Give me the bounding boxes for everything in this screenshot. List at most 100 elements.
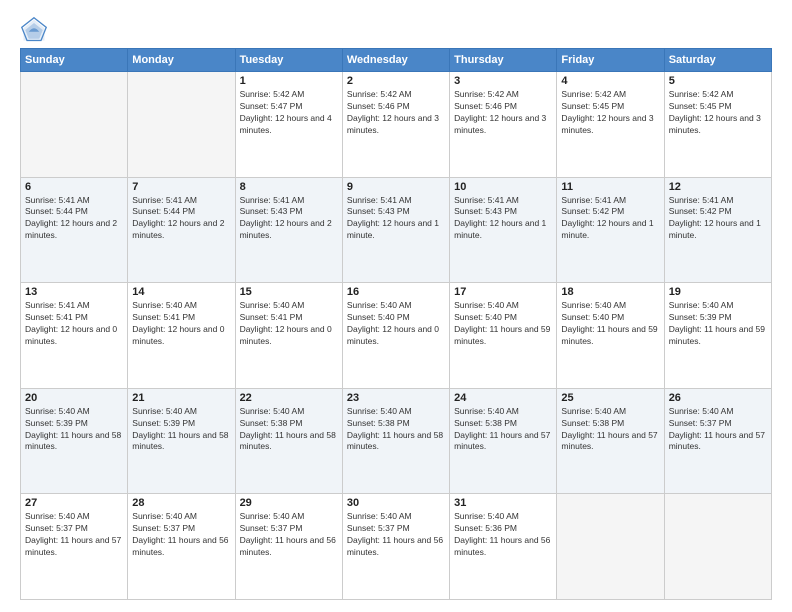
day-number: 26 [669,392,767,404]
day-number: 6 [25,181,123,193]
calendar-cell: 29Sunrise: 5:40 AMSunset: 5:37 PMDayligh… [235,494,342,600]
calendar-cell: 14 Sunrise: 5:40 AMSunset: 5:41 PMDayligh… [128,283,235,389]
day-number: 21 [132,392,230,404]
day-number: 25 [561,392,659,404]
calendar-cell: 9 Sunrise: 5:41 AMSunset: 5:43 PMDaylight… [342,177,449,283]
day-number: 7 [132,181,230,193]
calendar-header-friday: Friday [557,49,664,72]
calendar-cell: 2 Sunrise: 5:42 AMSunset: 5:46 PMDaylight… [342,72,449,178]
calendar-cell: 22Sunrise: 5:40 AMSunset: 5:38 PMDayligh… [235,388,342,494]
day-number: 20 [25,392,123,404]
day-info: Sunrise: 5:42 AMSunset: 5:46 PMDaylight:… [347,89,445,137]
calendar-cell [664,494,771,600]
calendar-week-row: 27Sunrise: 5:40 AMSunset: 5:37 PMDayligh… [21,494,772,600]
day-info: Sunrise: 5:41 AMSunset: 5:43 PMDaylight:… [240,195,338,243]
day-info: Sunrise: 5:40 AMSunset: 5:40 PMDaylight:… [347,300,445,348]
calendar-cell: 31 Sunrise: 5:40 AMSunset: 5:36 PMDayligh… [450,494,557,600]
calendar-cell: 1 Sunrise: 5:42 AMSunset: 5:47 PMDaylight… [235,72,342,178]
calendar-header-row: SundayMondayTuesdayWednesdayThursdayFrid… [21,49,772,72]
day-number: 2 [347,75,445,87]
calendar-cell: 21Sunrise: 5:40 AMSunset: 5:39 PMDayligh… [128,388,235,494]
calendar-cell: 6 Sunrise: 5:41 AMSunset: 5:44 PMDaylight… [21,177,128,283]
day-number: 31 [454,497,552,509]
calendar-header-wednesday: Wednesday [342,49,449,72]
calendar-cell [557,494,664,600]
day-info: Sunrise: 5:40 AMSunset: 5:38 PMDaylight:… [347,406,445,454]
calendar-week-row: 20 Sunrise: 5:40 AMSunset: 5:39 PMDayligh… [21,388,772,494]
day-info: Sunrise: 5:40 AMSunset: 5:41 PMDaylight:… [132,300,230,348]
day-number: 9 [347,181,445,193]
calendar-cell: 13 Sunrise: 5:41 AMSunset: 5:41 PMDayligh… [21,283,128,389]
calendar-header-monday: Monday [128,49,235,72]
day-number: 8 [240,181,338,193]
day-number: 17 [454,286,552,298]
day-number: 22 [240,392,338,404]
calendar-cell: 16 Sunrise: 5:40 AMSunset: 5:40 PMDayligh… [342,283,449,389]
calendar-cell: 26 Sunrise: 5:40 AMSunset: 5:37 PMDayligh… [664,388,771,494]
calendar-cell: 12Sunrise: 5:41 AMSunset: 5:42 PMDayligh… [664,177,771,283]
calendar-header-tuesday: Tuesday [235,49,342,72]
day-info: Sunrise: 5:40 AMSunset: 5:38 PMDaylight:… [561,406,659,454]
calendar-cell: 7 Sunrise: 5:41 AMSunset: 5:44 PMDaylight… [128,177,235,283]
calendar-cell: 8 Sunrise: 5:41 AMSunset: 5:43 PMDaylight… [235,177,342,283]
day-info: Sunrise: 5:40 AMSunset: 5:39 PMDaylight:… [669,300,767,348]
day-number: 28 [132,497,230,509]
calendar-week-row: 1 Sunrise: 5:42 AMSunset: 5:47 PMDaylight… [21,72,772,178]
day-info: Sunrise: 5:40 AMSunset: 5:37 PMDaylight:… [240,511,338,559]
calendar-cell: 18 Sunrise: 5:40 AMSunset: 5:40 PMDayligh… [557,283,664,389]
day-info: Sunrise: 5:41 AMSunset: 5:44 PMDaylight:… [25,195,123,243]
day-info: Sunrise: 5:42 AMSunset: 5:45 PMDaylight:… [669,89,767,137]
calendar-week-row: 6 Sunrise: 5:41 AMSunset: 5:44 PMDaylight… [21,177,772,283]
day-info: Sunrise: 5:42 AMSunset: 5:47 PMDaylight:… [240,89,338,137]
day-number: 11 [561,181,659,193]
day-number: 1 [240,75,338,87]
day-number: 19 [669,286,767,298]
calendar-cell: 15Sunrise: 5:40 AMSunset: 5:41 PMDayligh… [235,283,342,389]
calendar-cell [21,72,128,178]
day-number: 18 [561,286,659,298]
calendar-cell: 5 Sunrise: 5:42 AMSunset: 5:45 PMDaylight… [664,72,771,178]
day-info: Sunrise: 5:42 AMSunset: 5:46 PMDaylight:… [454,89,552,137]
logo [20,16,52,44]
calendar-cell: 23 Sunrise: 5:40 AMSunset: 5:38 PMDayligh… [342,388,449,494]
calendar-header-thursday: Thursday [450,49,557,72]
calendar-cell: 4Sunrise: 5:42 AMSunset: 5:45 PMDaylight… [557,72,664,178]
day-number: 24 [454,392,552,404]
calendar-cell: 17 Sunrise: 5:40 AMSunset: 5:40 PMDayligh… [450,283,557,389]
calendar-cell: 19 Sunrise: 5:40 AMSunset: 5:39 PMDayligh… [664,283,771,389]
day-info: Sunrise: 5:40 AMSunset: 5:40 PMDaylight:… [561,300,659,348]
day-info: Sunrise: 5:41 AMSunset: 5:43 PMDaylight:… [454,195,552,243]
day-info: Sunrise: 5:41 AMSunset: 5:41 PMDaylight:… [25,300,123,348]
day-number: 23 [347,392,445,404]
day-number: 10 [454,181,552,193]
day-info: Sunrise: 5:40 AMSunset: 5:37 PMDaylight:… [669,406,767,454]
calendar-header-saturday: Saturday [664,49,771,72]
day-info: Sunrise: 5:40 AMSunset: 5:38 PMDaylight:… [454,406,552,454]
logo-icon [20,16,48,44]
day-info: Sunrise: 5:40 AMSunset: 5:39 PMDaylight:… [25,406,123,454]
calendar-cell: 27Sunrise: 5:40 AMSunset: 5:37 PMDayligh… [21,494,128,600]
calendar-table: SundayMondayTuesdayWednesdayThursdayFrid… [20,48,772,600]
calendar-cell: 20 Sunrise: 5:40 AMSunset: 5:39 PMDayligh… [21,388,128,494]
day-info: Sunrise: 5:41 AMSunset: 5:43 PMDaylight:… [347,195,445,243]
calendar-cell: 10 Sunrise: 5:41 AMSunset: 5:43 PMDayligh… [450,177,557,283]
day-info: Sunrise: 5:42 AMSunset: 5:45 PMDaylight:… [561,89,659,137]
day-info: Sunrise: 5:41 AMSunset: 5:44 PMDaylight:… [132,195,230,243]
page: SundayMondayTuesdayWednesdayThursdayFrid… [0,0,792,612]
calendar-cell: 24 Sunrise: 5:40 AMSunset: 5:38 PMDayligh… [450,388,557,494]
day-number: 3 [454,75,552,87]
header [20,16,772,44]
day-info: Sunrise: 5:40 AMSunset: 5:37 PMDaylight:… [25,511,123,559]
day-info: Sunrise: 5:40 AMSunset: 5:36 PMDaylight:… [454,511,552,559]
day-number: 16 [347,286,445,298]
day-number: 15 [240,286,338,298]
day-number: 14 [132,286,230,298]
calendar-cell: 28Sunrise: 5:40 AMSunset: 5:37 PMDayligh… [128,494,235,600]
calendar-cell: 30Sunrise: 5:40 AMSunset: 5:37 PMDayligh… [342,494,449,600]
calendar-cell: 3 Sunrise: 5:42 AMSunset: 5:46 PMDaylight… [450,72,557,178]
day-number: 13 [25,286,123,298]
day-number: 5 [669,75,767,87]
day-info: Sunrise: 5:40 AMSunset: 5:40 PMDaylight:… [454,300,552,348]
calendar-header-sunday: Sunday [21,49,128,72]
calendar-week-row: 13 Sunrise: 5:41 AMSunset: 5:41 PMDayligh… [21,283,772,389]
